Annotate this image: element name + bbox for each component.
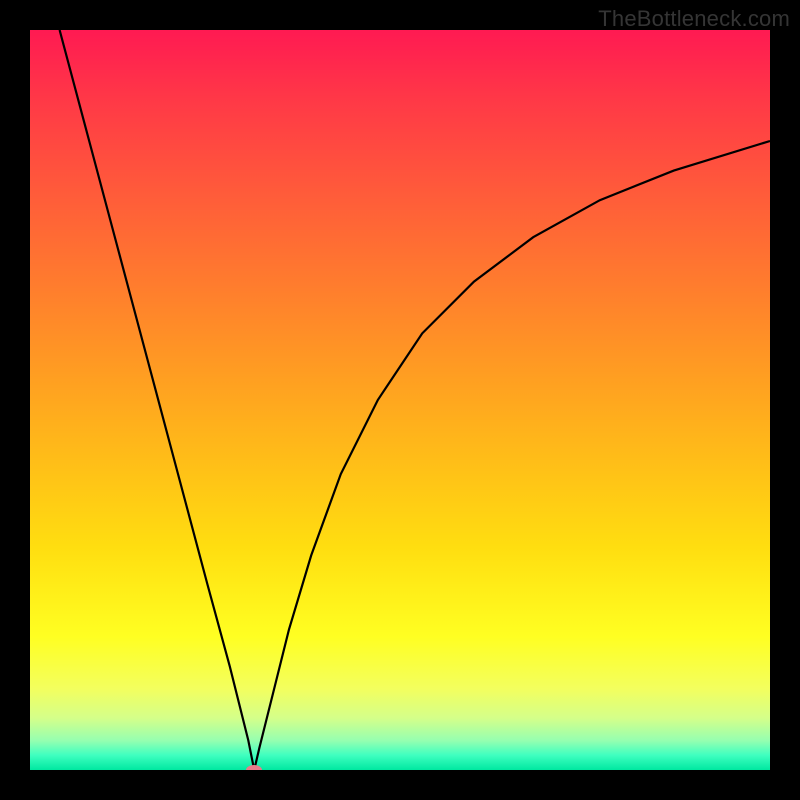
plot-area [30, 30, 770, 770]
watermark-label: TheBottleneck.com [598, 6, 790, 32]
minimum-marker-icon [246, 765, 262, 770]
chart-frame: TheBottleneck.com [0, 0, 800, 800]
bottleneck-curve [30, 30, 770, 770]
curve-path [60, 30, 770, 770]
